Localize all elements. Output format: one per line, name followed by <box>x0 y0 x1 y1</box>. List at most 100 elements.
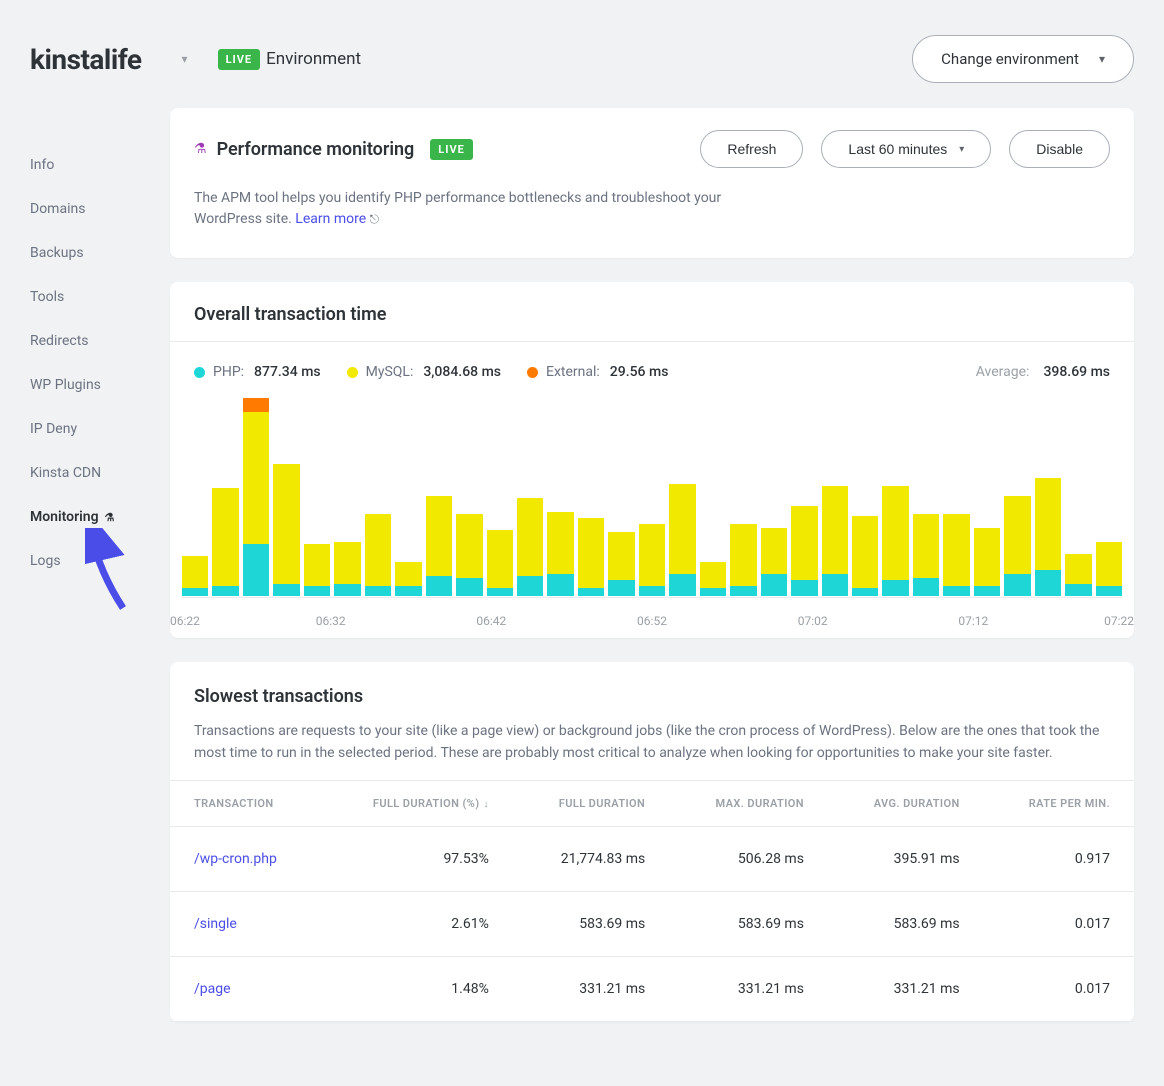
sidebar-item-backups[interactable]: Backups <box>30 231 140 275</box>
card-description: The APM tool helps you identify PHP perf… <box>170 178 810 258</box>
table-row: /wp-cron.php97.53%21,774.83 ms506.28 ms3… <box>170 827 1134 892</box>
legend-dot-mysql <box>347 367 358 378</box>
sidebar-item-label: Redirects <box>30 333 89 349</box>
legend-mysql-value: 3,084.68 ms <box>423 364 501 380</box>
section-description: Transactions are requests to your site (… <box>194 721 1110 764</box>
x-tick: 06:42 <box>476 614 506 628</box>
chart-bar <box>1096 542 1122 596</box>
cell-full: 21,774.83 ms <box>513 827 669 892</box>
cell-max: 331.21 ms <box>669 957 828 1022</box>
chart-bar <box>365 514 391 596</box>
chart-bar <box>791 506 817 596</box>
transaction-link[interactable]: /wp-cron.php <box>194 851 277 867</box>
sidebar-item-monitoring[interactable]: Monitoring ⚗ <box>30 495 140 539</box>
col-full-duration-pct[interactable]: FULL DURATION (%)↓ <box>322 781 513 827</box>
cell-rate: 0.017 <box>984 957 1134 1022</box>
sidebar-item-label: WP Plugins <box>30 377 101 393</box>
chart-bar <box>943 514 969 596</box>
flask-icon: ⚗ <box>194 141 207 157</box>
flask-icon: ⚗ <box>105 511 115 524</box>
transaction-link[interactable]: /single <box>194 916 237 932</box>
live-badge: LIVE <box>218 49 261 70</box>
col-avg-duration[interactable]: AVG. DURATION <box>828 781 984 827</box>
cell-avg: 331.21 ms <box>828 957 984 1022</box>
slowest-transactions-card: Slowest transactions Transactions are re… <box>170 662 1134 1022</box>
sidebar-item-label: Monitoring <box>30 509 99 525</box>
legend-dot-external <box>527 367 538 378</box>
change-environment-button[interactable]: Change environment ▾ <box>912 35 1134 83</box>
chart-bar <box>913 514 939 596</box>
legend-mysql-label: MySQL: <box>366 364 414 380</box>
chart-bar <box>395 562 421 596</box>
chart-bar <box>669 484 695 596</box>
cell-full: 583.69 ms <box>513 892 669 957</box>
chevron-down-icon: ▾ <box>959 144 964 155</box>
col-full-duration[interactable]: FULL DURATION <box>513 781 669 827</box>
chart-bar <box>304 544 330 596</box>
performance-card: ⚗ Performance monitoring LIVE Refresh La… <box>170 108 1134 258</box>
disable-button[interactable]: Disable <box>1009 130 1110 168</box>
chart-bar <box>243 398 269 596</box>
x-tick: 07:22 <box>1104 614 1134 628</box>
cell-rate: 0.917 <box>984 827 1134 892</box>
environment-label: Environment <box>266 49 361 69</box>
x-tick: 06:32 <box>316 614 346 628</box>
card-title: Performance monitoring <box>217 139 415 160</box>
legend-php-value: 877.34 ms <box>254 364 321 380</box>
sidebar-item-domains[interactable]: Domains <box>30 187 140 231</box>
overall-transaction-card: Overall transaction time PHP: 877.34 ms … <box>170 282 1134 638</box>
learn-more-link[interactable]: Learn more <box>295 211 366 227</box>
sort-indicator-icon: ↓ <box>483 799 488 810</box>
legend-external-label: External: <box>546 364 600 380</box>
refresh-label: Refresh <box>727 141 776 157</box>
col-rate[interactable]: RATE PER MIN. <box>984 781 1134 827</box>
chart-bar <box>212 488 238 596</box>
refresh-button[interactable]: Refresh <box>700 130 803 168</box>
table-row: /page1.48%331.21 ms331.21 ms331.21 ms0.0… <box>170 957 1134 1022</box>
sidebar-item-label: Info <box>30 157 54 173</box>
chart-bar <box>639 524 665 596</box>
timerange-select[interactable]: Last 60 minutes ▾ <box>821 130 991 168</box>
sidebar-item-ip-deny[interactable]: IP Deny <box>30 407 140 451</box>
col-transaction[interactable]: TRANSACTION <box>170 781 322 827</box>
cell-full: 331.21 ms <box>513 957 669 1022</box>
chart-bar <box>852 516 878 596</box>
sidebar-item-label: IP Deny <box>30 421 77 437</box>
chart-bar <box>608 532 634 596</box>
desc-text: The APM tool helps you identify PHP perf… <box>194 190 721 227</box>
sidebar-item-wp-plugins[interactable]: WP Plugins <box>30 363 140 407</box>
sidebar-item-info[interactable]: Info <box>30 143 140 187</box>
chart-bar <box>1035 478 1061 596</box>
transaction-link[interactable]: /page <box>194 981 231 997</box>
legend-dot-php <box>194 367 205 378</box>
chart-legend: PHP: 877.34 ms MySQL: 3,084.68 ms Extern… <box>170 342 1134 398</box>
sidebar-item-kinsta-cdn[interactable]: Kinsta CDN <box>30 451 140 495</box>
chart-bar <box>487 530 513 596</box>
chart-bar <box>822 486 848 596</box>
chart-bar <box>182 556 208 596</box>
sidebar-item-label: Domains <box>30 201 85 217</box>
sidebar-item-label: Logs <box>30 553 61 569</box>
x-tick: 06:22 <box>170 614 200 628</box>
cell-max: 583.69 ms <box>669 892 828 957</box>
disable-label: Disable <box>1036 141 1083 157</box>
cell-avg: 583.69 ms <box>828 892 984 957</box>
sidebar-item-tools[interactable]: Tools <box>30 275 140 319</box>
chevron-down-icon[interactable]: ▾ <box>182 52 188 66</box>
col-max-duration[interactable]: MAX. DURATION <box>669 781 828 827</box>
sidebar-item-logs[interactable]: Logs <box>30 539 140 583</box>
legend-avg-value: 398.69 ms <box>1043 364 1110 380</box>
external-link-icon: ⎋ <box>370 212 380 226</box>
chart-bar <box>426 496 452 596</box>
cell-avg: 395.91 ms <box>828 827 984 892</box>
x-tick: 07:12 <box>958 614 988 628</box>
chart-bar <box>882 486 908 596</box>
legend-php-label: PHP: <box>213 364 244 380</box>
chart-bar <box>456 514 482 596</box>
section-title: Slowest transactions <box>194 686 1110 707</box>
transactions-table: TRANSACTION FULL DURATION (%)↓ FULL DURA… <box>170 780 1134 1022</box>
cell-pct: 1.48% <box>322 957 513 1022</box>
sidebar-item-redirects[interactable]: Redirects <box>30 319 140 363</box>
chart-x-axis: 06:2206:3206:4206:5207:0207:1207:22 <box>170 606 1134 638</box>
table-row: /single2.61%583.69 ms583.69 ms583.69 ms0… <box>170 892 1134 957</box>
